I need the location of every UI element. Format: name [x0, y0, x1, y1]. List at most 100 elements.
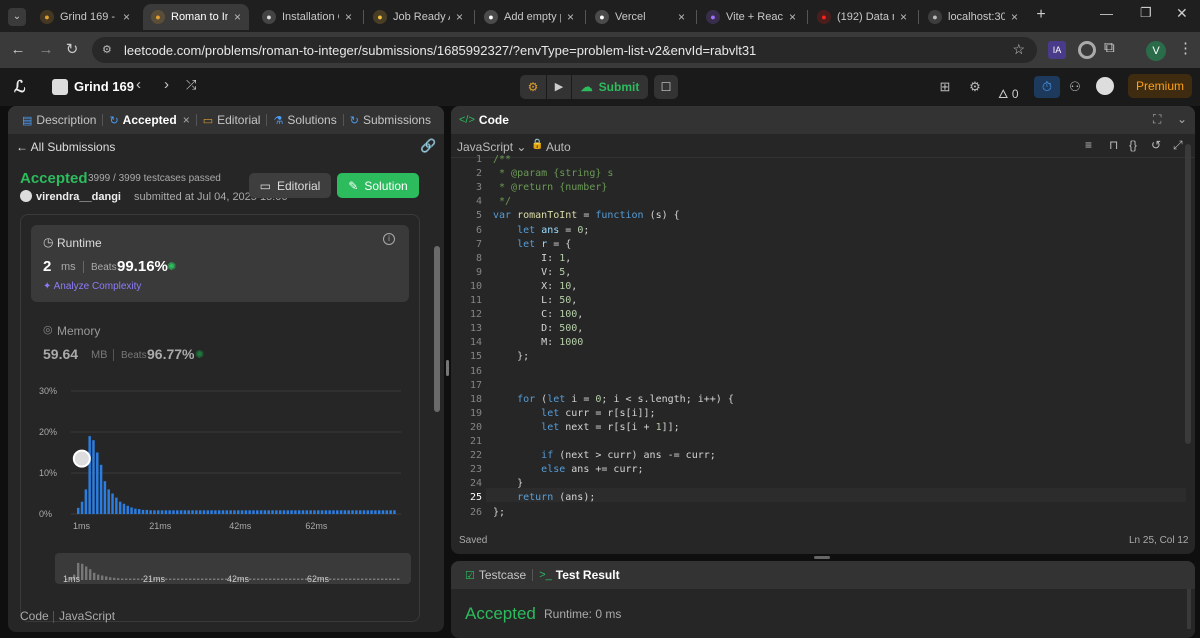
bookmark-star-icon[interactable]: ☆ — [1012, 41, 1025, 58]
braces-icon[interactable]: {} — [1129, 138, 1137, 152]
problem-list-icon — [52, 79, 68, 95]
format-icon[interactable]: ≡ — [1085, 138, 1092, 152]
reset-icon[interactable]: ↺ — [1151, 138, 1161, 152]
shuffle-icon[interactable]: ⤮ — [186, 77, 196, 93]
back-icon[interactable]: ← — [8, 40, 28, 60]
tab-solutions[interactable]: ⚗ Solutions — [267, 113, 342, 127]
info-icon[interactable]: i — [383, 233, 395, 245]
more-options-icon[interactable]: ⌄ — [1177, 112, 1187, 126]
histogram-bar — [233, 510, 236, 514]
code-line: V: 5, — [493, 266, 572, 278]
cursor-status: Ln 25, Col 12 — [1129, 535, 1189, 546]
expand-icon[interactable]: ⤢ — [1173, 138, 1183, 153]
forward-icon[interactable]: → — [36, 40, 56, 60]
tab-accepted[interactable]: ↻ Accepted × — [103, 113, 195, 127]
runtime-card[interactable]: ◷ Runtime i 2 ms Beats 99.16% ✺ ✦ Analyz… — [31, 225, 409, 302]
close-tab-icon[interactable]: × — [900, 10, 907, 24]
tab-submissions[interactable]: ↻ Submissions — [344, 113, 437, 127]
extensions-puzzle-icon[interactable]: ⧉ — [1104, 39, 1115, 56]
debug-button[interactable]: ⚙ — [520, 75, 546, 99]
url-bar[interactable]: ⚙ leetcode.com/problems/roman-to-integer… — [92, 37, 1037, 63]
close-tab-icon[interactable]: × — [123, 10, 130, 24]
run-button[interactable]: ▶ — [547, 75, 571, 99]
layout-grid-icon[interactable]: ⊞ — [934, 76, 956, 98]
site-info-icon[interactable]: ⚙ — [102, 43, 116, 57]
analyze-complexity-link[interactable]: ✦ Analyze Complexity — [43, 281, 141, 292]
tab-description[interactable]: ▤ Description — [16, 113, 102, 127]
globe-icon: ● — [928, 10, 942, 24]
footer-language: JavaScript — [59, 609, 116, 623]
tab-editorial[interactable]: ▭ Editorial — [197, 113, 267, 127]
editor-scrollbar[interactable] — [1185, 144, 1191, 444]
browser-tab-6[interactable]: ● Vercel × — [587, 4, 693, 30]
submit-button[interactable]: ☁ Submit — [572, 75, 648, 99]
range-slider[interactable]: 1ms 21ms 42ms 62ms — [55, 553, 411, 584]
browser-tab-7[interactable]: ● Vite + React × — [698, 4, 804, 30]
memory-card[interactable]: ◎ Memory 59.64 MB Beats 96.77% ✺ — [31, 315, 409, 375]
prev-problem-icon[interactable]: ‹ — [136, 76, 141, 93]
editorial-button[interactable]: ▭ Editorial — [249, 173, 331, 198]
browser-tab-8[interactable]: ● (192) Data m × — [809, 4, 915, 30]
histogram-bar — [282, 510, 286, 514]
panel-resize-handle[interactable] — [446, 360, 449, 376]
all-submissions-link[interactable]: ← All Submissions — [16, 140, 115, 154]
close-tab-icon[interactable]: × — [1011, 10, 1018, 24]
runtime-distribution-chart[interactable]: 30% 20% 10% 0% 1ms 21ms 42ms 62ms — [31, 385, 411, 545]
settings-gear-icon[interactable]: ⚙ — [964, 76, 986, 98]
left-scrollbar[interactable] — [434, 246, 440, 412]
language-select[interactable]: JavaScript ⌄ — [457, 140, 526, 154]
share-link-icon[interactable]: 🔗 — [420, 138, 436, 154]
leetcode-logo-icon[interactable]: ℒ — [14, 77, 32, 97]
extension-circle-icon[interactable] — [1078, 41, 1096, 59]
solution-button[interactable]: ✎ Solution — [337, 173, 419, 198]
browser-menu-icon[interactable]: ⋮ — [1178, 39, 1193, 57]
browser-tab-9[interactable]: ● localhost:300 × — [920, 4, 1026, 30]
result-scrollbar[interactable] — [1187, 589, 1191, 629]
close-window-button[interactable]: ✕ — [1176, 5, 1188, 22]
minimize-button[interactable]: — — [1100, 6, 1113, 21]
vertical-resize-handle[interactable] — [814, 556, 830, 559]
close-tab-icon[interactable]: × — [234, 10, 241, 24]
close-tab-icon[interactable]: × — [567, 10, 574, 24]
premium-button[interactable]: Premium — [1128, 74, 1192, 98]
browser-tab-4[interactable]: ● Job Ready AI × — [365, 4, 471, 30]
runtime-value: 2 — [43, 258, 52, 275]
x-tick-label: 1ms — [73, 521, 91, 531]
line-number: 9 — [475, 266, 482, 278]
mini-bar — [261, 578, 264, 580]
close-tab-icon[interactable]: × — [183, 113, 190, 127]
close-tab-icon[interactable]: × — [789, 10, 796, 24]
tab-search-button[interactable]: ⌄ — [8, 8, 26, 26]
histogram-bar — [111, 493, 114, 514]
auto-mode[interactable]: Auto — [546, 140, 571, 154]
add-user-icon[interactable]: ⚇ — [1064, 76, 1086, 98]
line-number: 8 — [475, 252, 482, 264]
bookmark-icon[interactable]: ⊓ — [1109, 138, 1118, 152]
problem-list-name[interactable]: Grind 169 — [74, 79, 134, 94]
line-number: 5 — [475, 210, 482, 222]
browser-tab-3[interactable]: ● Installation G × — [254, 4, 360, 30]
browser-tab-2[interactable]: ● Roman to Int × — [143, 4, 249, 30]
restore-button[interactable]: ❐ — [1140, 5, 1152, 21]
notes-button[interactable]: ☐ — [654, 75, 678, 99]
streak-counter[interactable]: 🜂 0 — [998, 80, 1019, 105]
tab-test-result[interactable]: >_ Test Result — [533, 568, 625, 582]
close-tab-icon[interactable]: × — [345, 10, 352, 24]
tab-title: Grind 169 - L — [60, 11, 117, 23]
browser-tab-5[interactable]: ● Add empty p × — [476, 4, 582, 30]
close-tab-icon[interactable]: × — [678, 10, 685, 24]
next-problem-icon[interactable]: › — [164, 76, 169, 93]
tab-testcase[interactable]: ☑ Testcase — [459, 568, 532, 582]
maximize-icon[interactable]: ⛶ — [1153, 112, 1161, 127]
user-avatar[interactable] — [1096, 77, 1114, 95]
new-tab-button[interactable]: + — [1032, 6, 1050, 26]
reload-icon[interactable]: ↻ — [62, 40, 82, 60]
histogram-bar — [358, 510, 362, 514]
timer-button[interactable]: ⏱ — [1034, 76, 1060, 98]
close-tab-icon[interactable]: × — [456, 10, 463, 24]
mini-bar — [373, 578, 376, 580]
extension-ia-icon[interactable]: IA — [1048, 41, 1066, 59]
browser-tab-1[interactable]: ● Grind 169 - L × — [32, 4, 138, 30]
profile-avatar[interactable]: V — [1146, 41, 1166, 61]
submitter-name[interactable]: virendra__dangi — [36, 191, 121, 203]
